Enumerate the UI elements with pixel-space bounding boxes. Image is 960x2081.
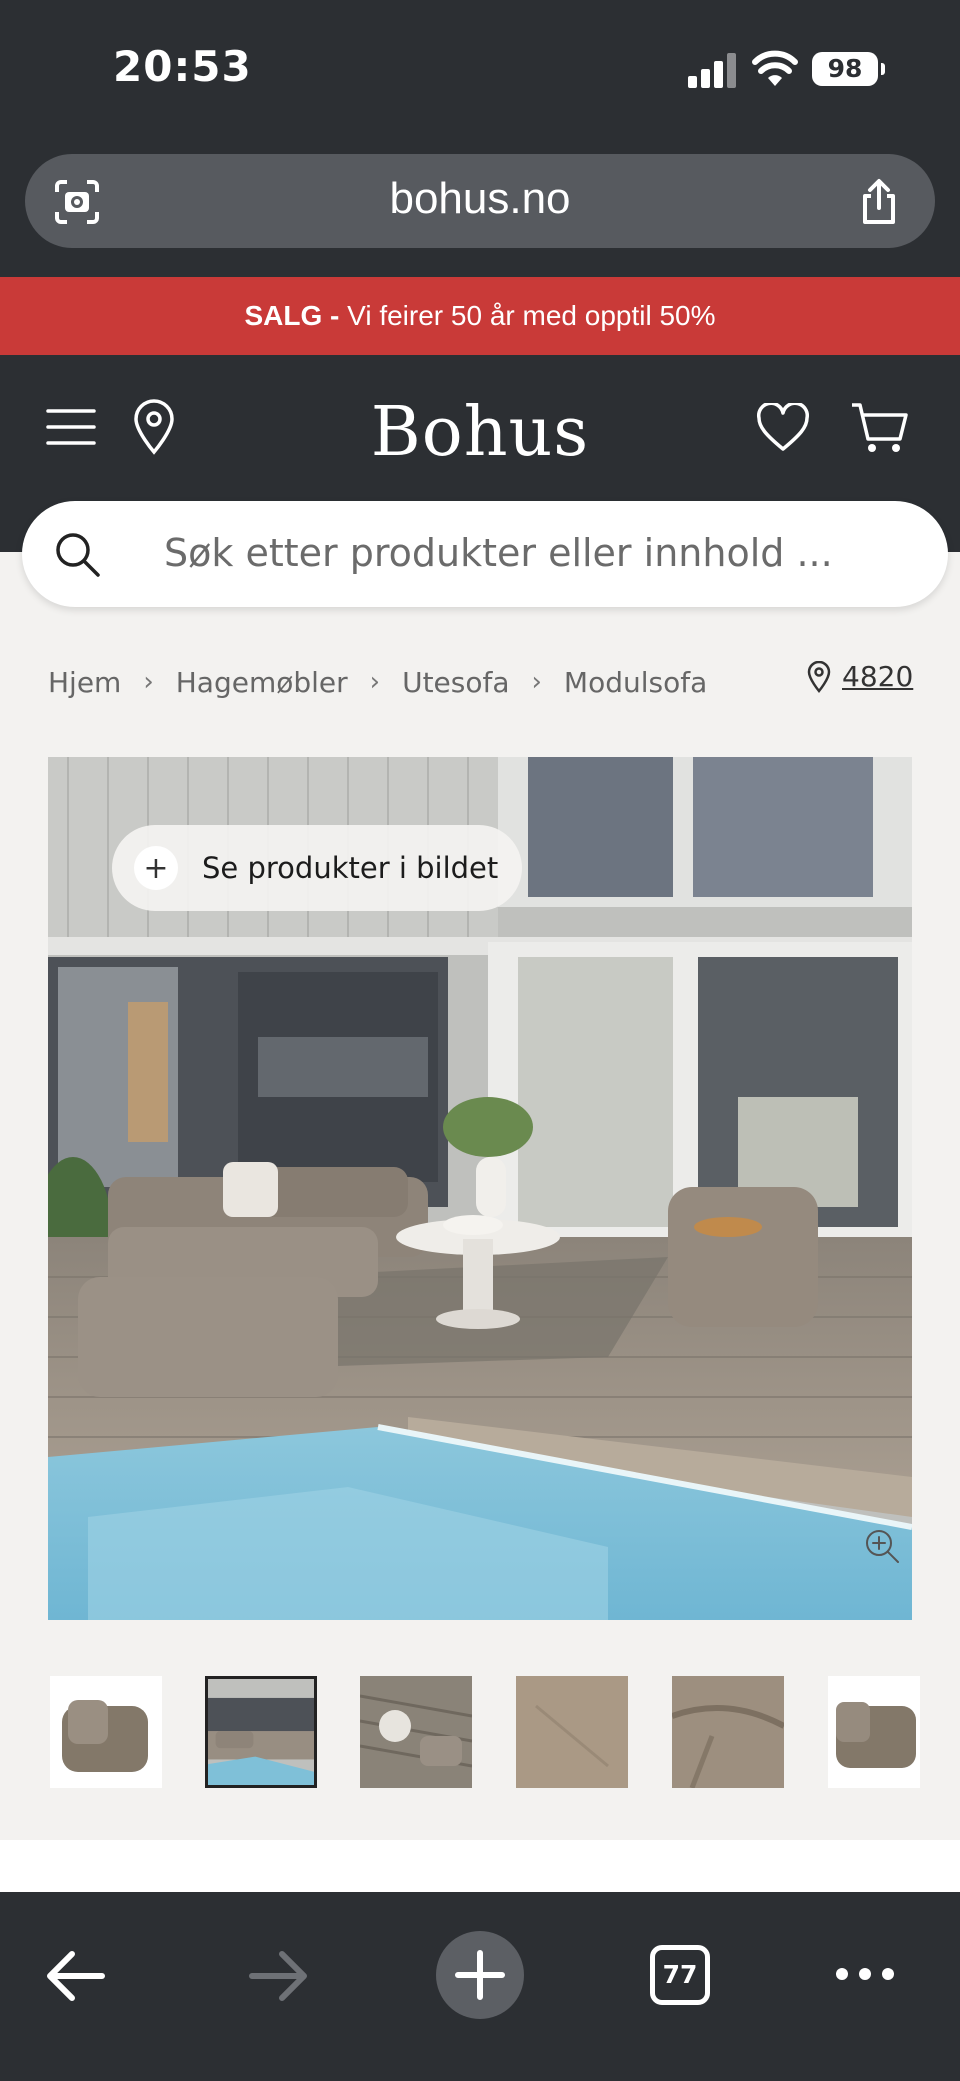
search-icon: [56, 533, 100, 577]
search-placeholder[interactable]: Søk etter produkter eller innhold ...: [164, 531, 833, 575]
overhead-thumbnail-image: [360, 1676, 472, 1788]
armchair-thumbnail-image: [50, 1676, 162, 1788]
wishlist-heart-icon[interactable]: [756, 403, 810, 453]
thumbnail-3[interactable]: [516, 1676, 628, 1788]
status-bar: 20:53 98: [0, 0, 960, 140]
product-main-image[interactable]: + Se produkter i bildet: [48, 757, 912, 1620]
back-arrow-icon[interactable]: [46, 1948, 106, 2004]
sale-text: Vi feirer 50 år med opptil 50%: [339, 300, 716, 331]
zoom-in-icon[interactable]: [864, 1528, 900, 1564]
tabs-count-button[interactable]: 77: [650, 1945, 710, 2005]
breadcrumb-modulsofa[interactable]: Modulsofa: [564, 666, 707, 699]
cart-icon[interactable]: [850, 401, 910, 455]
cellular-signal-icon: [688, 52, 738, 88]
thumbnail-1[interactable]: [205, 1676, 317, 1788]
thumbnail-strip: [50, 1676, 920, 1790]
chevron-right-icon: ›: [369, 667, 381, 697]
location-pin-icon: [807, 660, 831, 693]
breadcrumb-hagemobler[interactable]: Hagemøbler: [176, 666, 348, 699]
store-selector[interactable]: 4820: [806, 660, 913, 693]
battery-indicator: 98: [812, 52, 885, 86]
search-bar[interactable]: Søk etter produkter eller innhold ...: [22, 501, 948, 607]
plus-icon: +: [134, 846, 178, 890]
thumbnail-2[interactable]: [360, 1676, 472, 1788]
url-text[interactable]: bohus.no: [25, 174, 935, 224]
bohus-logo[interactable]: Bohus: [0, 393, 960, 472]
breadcrumb: Hjem › Hagemøbler › Utesofa › Modulsofa: [48, 660, 707, 704]
sale-banner[interactable]: SALG - Vi feirer 50 år med opptil 50%: [0, 277, 960, 355]
store-code[interactable]: 4820: [842, 660, 913, 693]
detail-thumbnail-image: [672, 1676, 784, 1788]
address-bar[interactable]: bohus.no: [25, 154, 935, 248]
thumbnail-4[interactable]: [672, 1676, 784, 1788]
sale-label: SALG -: [244, 300, 340, 331]
share-icon[interactable]: [855, 178, 903, 226]
breadcrumb-utesofa[interactable]: Utesofa: [402, 666, 509, 699]
thumbnail-0[interactable]: [50, 1676, 162, 1788]
shop-the-look-button[interactable]: + Se produkter i bildet: [112, 825, 522, 911]
armchair-side-thumbnail-image: [828, 1676, 920, 1788]
wifi-icon: [752, 50, 798, 86]
breadcrumb-home[interactable]: Hjem: [48, 666, 121, 699]
thumbnail-5[interactable]: [828, 1676, 920, 1788]
chevron-right-icon: ›: [531, 667, 542, 697]
new-tab-button[interactable]: [436, 1931, 524, 2019]
status-time: 20:53: [113, 42, 252, 91]
more-options-icon[interactable]: [834, 1962, 896, 1986]
chevron-right-icon: ›: [143, 667, 154, 697]
content-divider: [0, 1840, 960, 1892]
shop-the-look-label: Se produkter i bildet: [202, 851, 499, 885]
fabric-closeup-thumbnail-image: [516, 1676, 628, 1788]
plus-icon: [455, 1950, 505, 2000]
browser-toolbar: 77: [0, 1892, 960, 2081]
forward-arrow-icon[interactable]: [248, 1948, 308, 2004]
patio-thumbnail-image: [208, 1679, 314, 1785]
